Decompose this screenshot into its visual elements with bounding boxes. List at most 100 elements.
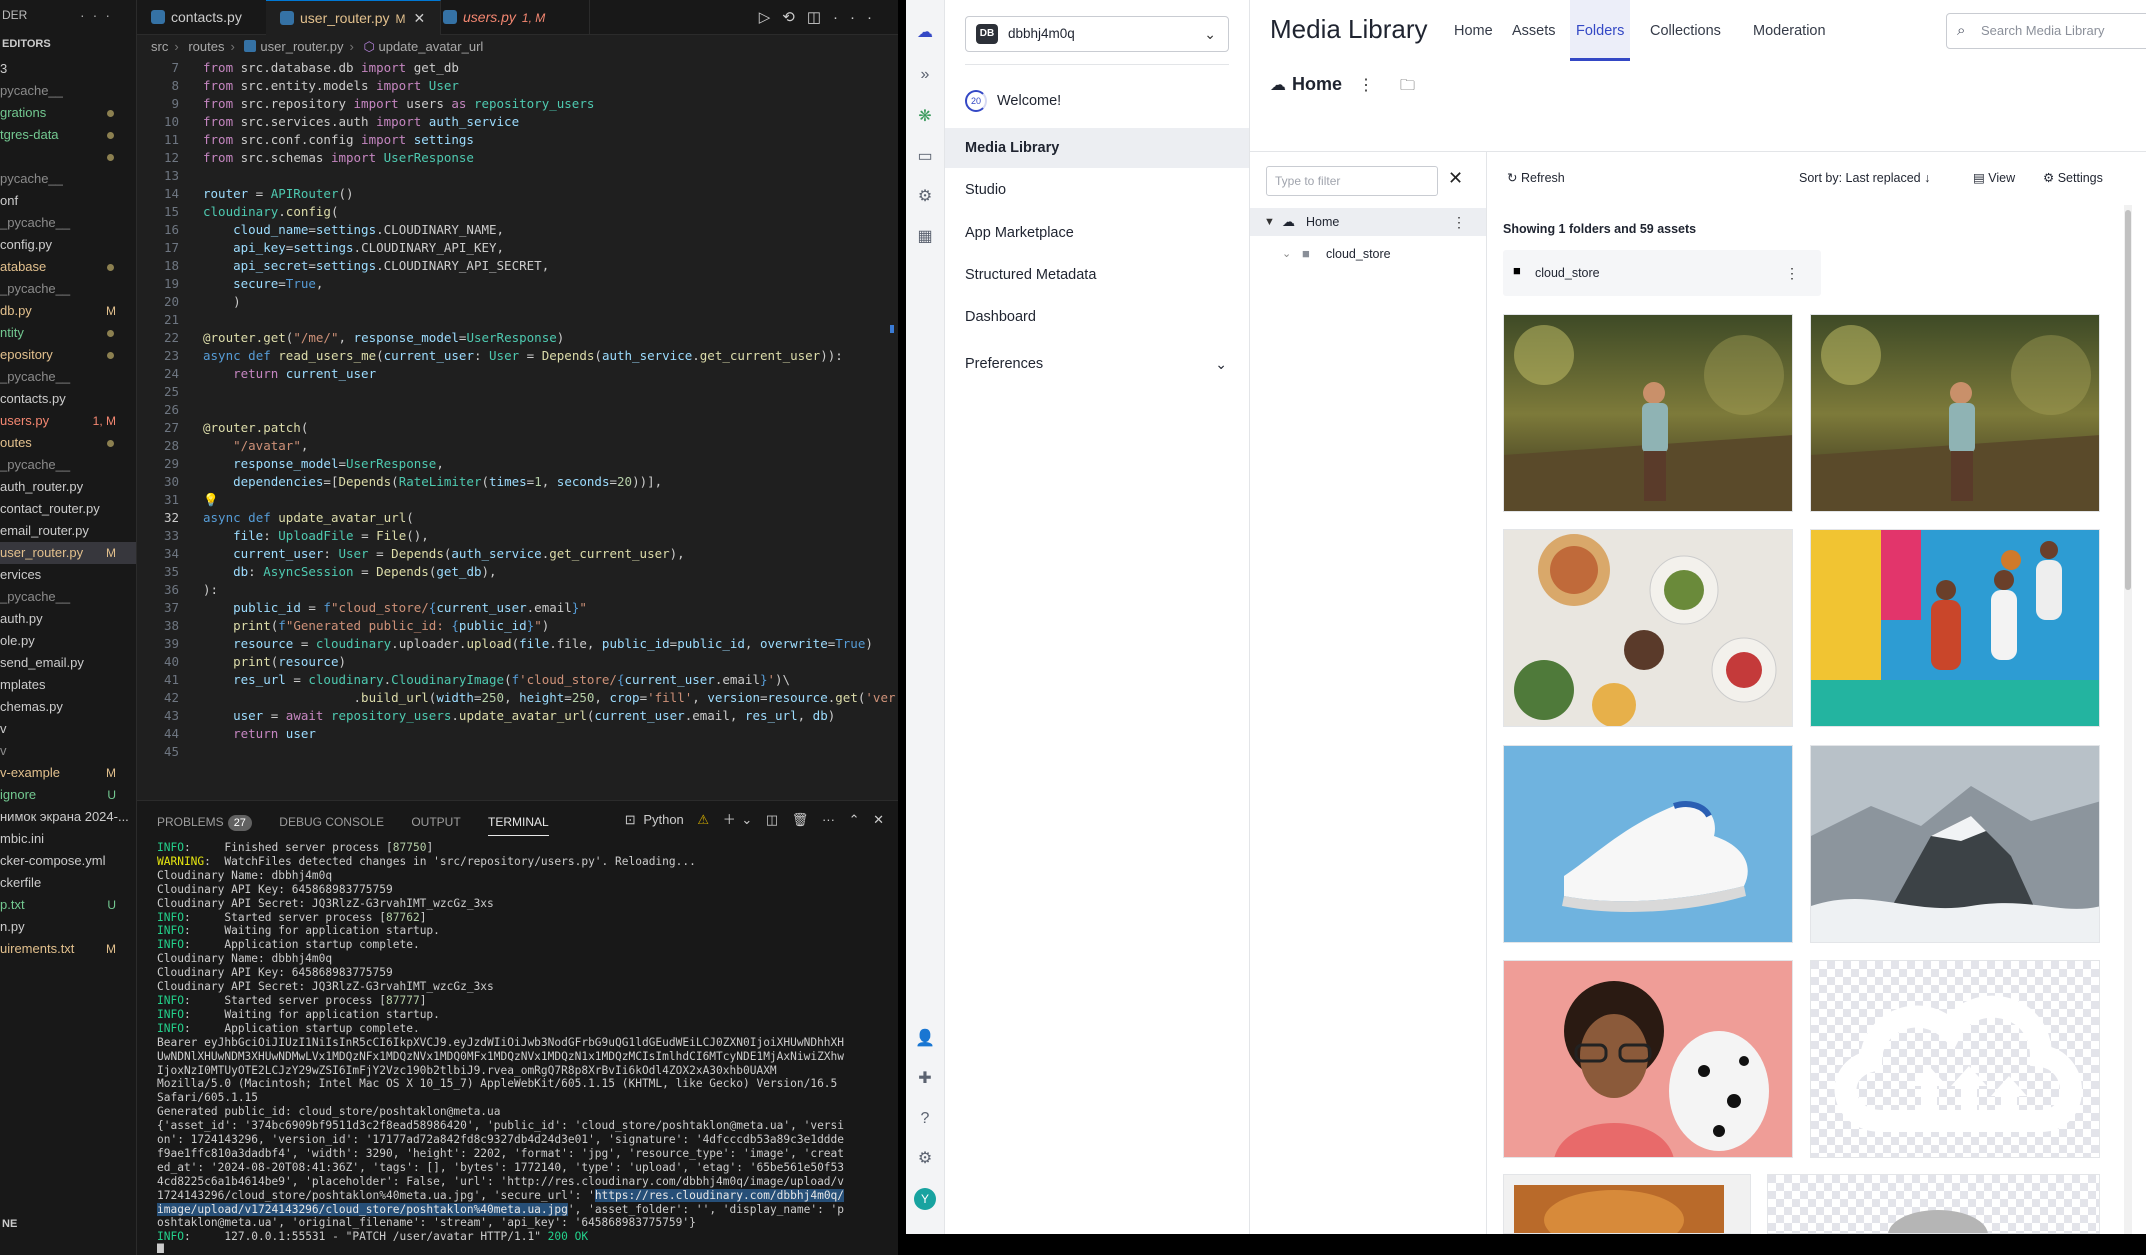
more-icon[interactable]: ⋮ <box>1452 208 1466 236</box>
chevron-down-icon[interactable]: ⌄ <box>1282 240 1291 268</box>
nav-studio[interactable]: Studio <box>945 170 1249 210</box>
asset-thumbnail[interactable] <box>1503 314 1793 512</box>
explorer-item[interactable]: 3 <box>0 58 136 80</box>
top-link-collections[interactable]: Collections <box>1644 0 1727 58</box>
avatar[interactable]: Y <box>914 1188 936 1210</box>
explorer-item[interactable]: ignore U <box>0 784 136 806</box>
new-terminal-icon[interactable]: ＋ <box>723 812 736 827</box>
explorer-item[interactable]: ole.py <box>0 630 136 652</box>
assets-icon[interactable]: ❋ <box>914 106 936 128</box>
explorer-item[interactable]: p.txt U <box>0 894 136 916</box>
tab-users-py[interactable]: users.py 1, M <box>429 0 590 34</box>
explorer-item[interactable]: v <box>0 718 136 740</box>
terminal-profile[interactable]: Python <box>643 812 683 827</box>
view-button[interactable]: ▤ View <box>1973 152 2015 204</box>
nav-structured-metadata[interactable]: Structured Metadata <box>945 255 1249 295</box>
tab-contacts-py[interactable]: contacts.py <box>137 0 280 34</box>
explorer-item[interactable]: v <box>0 740 136 762</box>
terminal-output[interactable]: INFO: Finished server process [87750] WA… <box>157 841 892 1253</box>
explorer-item[interactable]: нимок экрана 2024-... <box>0 806 136 828</box>
asset-thumbnail[interactable] <box>1503 529 1793 727</box>
asset-thumbnail[interactable] <box>1503 1174 1751 1234</box>
explorer-item[interactable]: _pycache__ <box>0 454 136 476</box>
tab-user-router-py[interactable]: user_router.py M ✕ <box>266 0 441 35</box>
explorer-item[interactable]: chemas.py <box>0 696 136 718</box>
explorer-item[interactable]: email_router.py <box>0 520 136 542</box>
explorer-item[interactable]: send_email.py <box>0 652 136 674</box>
explorer-more-icon[interactable]: ··· <box>80 0 118 30</box>
explorer-item[interactable]: epository <box>0 344 136 366</box>
explorer-item[interactable]: auth.py <box>0 608 136 630</box>
tab-output[interactable]: OUTPUT <box>411 809 460 835</box>
account-selector[interactable]: DB dbbhj4m0q ⌄ <box>965 16 1229 52</box>
explorer-item[interactable]: ckerfile <box>0 872 136 894</box>
asset-thumbnail[interactable] <box>1810 960 2100 1158</box>
add-user-icon[interactable]: 👤 <box>914 1028 936 1050</box>
explorer-item[interactable]: cker-compose.yml <box>0 850 136 872</box>
filter-input[interactable]: Type to filter <box>1266 166 1438 196</box>
explorer-item[interactable]: onf <box>0 190 136 212</box>
nav-dashboard[interactable]: Dashboard <box>945 297 1249 337</box>
scrollbar-thumb[interactable] <box>2125 210 2131 590</box>
gear-icon[interactable]: ⚙ <box>914 1148 936 1170</box>
explorer-item[interactable] <box>0 146 136 168</box>
tree-item-cloud-store[interactable]: ⌄ ■ cloud_store <box>1250 240 1486 268</box>
explorer-item[interactable]: outes <box>0 432 136 454</box>
explorer-item[interactable]: _pycache__ <box>0 278 136 300</box>
asset-thumbnail[interactable] <box>1503 745 1793 943</box>
breadcrumb-item[interactable]: user_router.py <box>260 39 343 54</box>
explorer-item[interactable]: v-example M <box>0 762 136 784</box>
more-icon[interactable]: ⋮ <box>1358 77 1374 94</box>
settings-button[interactable]: ⚙ Settings <box>2043 152 2103 204</box>
explorer-item[interactable]: mplates <box>0 674 136 696</box>
explorer-item[interactable]: user_router.py M <box>0 542 136 564</box>
chevron-down-icon[interactable]: ⌄ <box>741 812 752 827</box>
trash-icon[interactable]: 🗑 <box>792 812 809 827</box>
asset-thumbnail[interactable] <box>1767 1174 2100 1234</box>
integrations-icon[interactable]: ⚙ <box>914 186 936 208</box>
new-folder-icon[interactable]: 🗀 <box>1400 77 1415 94</box>
explorer-item[interactable]: _pycache__ <box>0 586 136 608</box>
explorer-item[interactable]: mbic.ini <box>0 828 136 850</box>
explorer-item[interactable]: grations <box>0 102 136 124</box>
explorer-item[interactable]: pycache__ <box>0 168 136 190</box>
breadcrumb-item[interactable]: update_avatar_url <box>378 39 483 54</box>
explorer-item[interactable]: auth_router.py <box>0 476 136 498</box>
close-panel-icon[interactable]: ✕ <box>873 812 884 827</box>
welcome-link[interactable]: 20 Welcome! <box>965 88 1061 114</box>
breadcrumb-item[interactable]: routes <box>188 39 224 54</box>
explorer-item[interactable]: contact_router.py <box>0 498 136 520</box>
explorer-item[interactable]: contacts.py <box>0 388 136 410</box>
explorer-item[interactable]: config.py <box>0 234 136 256</box>
split-editor-icon[interactable]: ◫ <box>807 9 833 26</box>
more-icon[interactable]: ··· <box>822 812 835 827</box>
close-icon[interactable]: ✕ <box>414 10 426 26</box>
explorer-item[interactable]: _pycache__ <box>0 366 136 388</box>
cloudinary-logo-icon[interactable]: ☁ <box>914 22 936 44</box>
nav-media-library[interactable]: Media Library <box>945 128 1249 168</box>
top-link-folders[interactable]: Folders <box>1570 0 1631 61</box>
chevron-down-icon[interactable]: ▼ <box>1264 208 1275 236</box>
top-link-moderation[interactable]: Moderation <box>1747 0 1832 58</box>
outline-header[interactable]: NE <box>0 1218 17 1230</box>
sort-dropdown[interactable]: Sort by: Last replaced ↓ <box>1799 152 1930 204</box>
maximize-panel-icon[interactable]: ⌃ <box>849 812 860 827</box>
explorer-item[interactable]: ntity <box>0 322 136 344</box>
top-link-home[interactable]: Home <box>1448 0 1499 58</box>
more-icon[interactable]: ⋮ <box>1785 250 1799 296</box>
image-tools-icon[interactable]: ▦ <box>914 226 936 248</box>
help-icon[interactable]: ? <box>914 1108 936 1130</box>
tab-terminal[interactable]: TERMINAL <box>488 809 549 836</box>
explorer-item[interactable]: uirements.txt M <box>0 938 136 960</box>
tab-problems[interactable]: PROBLEMS 27 <box>157 809 252 835</box>
explorer-item[interactable]: tgres-data <box>0 124 136 146</box>
open-editors-header[interactable]: EDITORS <box>0 30 136 58</box>
split-terminal-icon[interactable]: ◫ <box>766 812 778 827</box>
top-link-assets[interactable]: Assets <box>1506 0 1562 58</box>
programmable-media-icon[interactable]: » <box>914 64 936 86</box>
close-icon[interactable]: ✕ <box>1448 168 1463 189</box>
more-icon[interactable]: ··· <box>833 9 884 26</box>
tab-debug-console[interactable]: DEBUG CONSOLE <box>279 809 384 835</box>
explorer-item[interactable]: ervices <box>0 564 136 586</box>
asset-thumbnail[interactable] <box>1810 745 2100 943</box>
